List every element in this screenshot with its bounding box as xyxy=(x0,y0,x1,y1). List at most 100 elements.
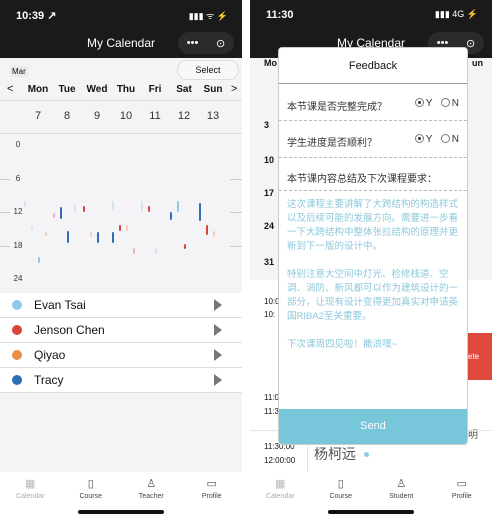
event-mark[interactable] xyxy=(112,231,114,243)
hour-label: 0 xyxy=(15,140,21,149)
event-mark[interactable] xyxy=(170,211,172,221)
tab-calendar[interactable]: ▦ Calendar xyxy=(250,472,311,520)
weekday-tue: Tue xyxy=(58,84,76,95)
course-icon: ▯ xyxy=(87,478,94,490)
tab-profile[interactable]: ▭ Profile xyxy=(432,472,493,520)
radio-yes[interactable] xyxy=(414,98,424,107)
event-mark[interactable] xyxy=(67,231,69,243)
play-arrow-icon[interactable] xyxy=(214,324,222,336)
dialog-title: Feedback xyxy=(348,60,398,72)
target-icon[interactable]: ⊙ xyxy=(466,37,475,50)
send-button[interactable]: Send xyxy=(279,409,467,444)
event-mark[interactable] xyxy=(133,248,135,254)
event-mark[interactable] xyxy=(206,225,208,236)
no-label: N xyxy=(451,98,459,109)
time-label: 12:00:00 xyxy=(264,456,296,465)
student-color-dot xyxy=(12,300,22,310)
date-cell[interactable]: 12 xyxy=(169,110,199,122)
tab-label: Profile xyxy=(201,493,222,500)
event-mark[interactable] xyxy=(177,201,179,213)
student-row[interactable]: Qiyao xyxy=(0,343,242,368)
more-icon[interactable]: ••• xyxy=(187,37,199,49)
student-color-dot xyxy=(12,350,22,360)
student-color-dot xyxy=(12,375,22,385)
tab-calendar[interactable]: ▦ Calendar xyxy=(0,472,61,520)
summary-label: 本节课内容总结及下次课程要求： xyxy=(287,174,437,185)
summary-textarea[interactable]: 这次课程主要讲解了大跨结构的构造样式以及后续可能的发展方向。需要进一步看一下大跨… xyxy=(287,198,459,352)
event-mark[interactable] xyxy=(53,213,55,219)
prev-week-button[interactable]: < xyxy=(7,83,13,95)
student-name: Qiyao xyxy=(34,348,66,362)
next-week-button[interactable]: > xyxy=(231,83,237,95)
student-row[interactable]: Tracy xyxy=(0,368,242,393)
target-icon[interactable]: ⊙ xyxy=(216,37,225,50)
event-mark[interactable] xyxy=(45,231,47,237)
select-button[interactable]: Select xyxy=(177,60,239,80)
date-cell[interactable]: 3 xyxy=(264,120,269,130)
name-fragment: 明 xyxy=(468,430,478,441)
student-list: Evan Tsai Jenson Chen Qiyao Tracy xyxy=(0,293,242,393)
tab-label: Course xyxy=(79,493,103,500)
student-color-dot xyxy=(12,325,22,335)
feedback-screen: 11:30 ▮▮▮ 4G ⚡ My Calendar ••• ⊙ Mo un 31… xyxy=(250,0,492,520)
play-arrow-icon[interactable] xyxy=(214,349,222,361)
date-cell[interactable]: 10 xyxy=(264,155,274,165)
capsule-menu[interactable]: ••• ⊙ xyxy=(178,32,234,54)
tab-profile[interactable]: ▭ Profile xyxy=(182,472,243,520)
hour-label: 24 xyxy=(13,274,23,284)
question-progress: 学生进度是否顺利？ Y N xyxy=(287,134,459,149)
event-mark[interactable] xyxy=(83,206,85,213)
hour-label: 12 xyxy=(13,207,23,217)
week-schedule-chart[interactable]: 0 6 12 18 24 xyxy=(0,134,242,290)
weekday-sun: Sun xyxy=(203,84,223,95)
date-cell[interactable]: 17 xyxy=(264,188,274,198)
date-cell[interactable]: 24 xyxy=(264,221,274,231)
hour-label: 6 xyxy=(15,173,21,183)
status-bar: 10:39 ↗ ▮▮▮ ᯤ ⚡ xyxy=(0,0,242,28)
event-mark[interactable] xyxy=(184,243,186,250)
event-mark[interactable] xyxy=(31,226,33,231)
play-arrow-icon[interactable] xyxy=(214,374,222,386)
event-mark[interactable] xyxy=(119,225,121,231)
student-row[interactable]: Evan Tsai xyxy=(0,293,242,318)
event-mark[interactable] xyxy=(97,231,99,243)
weekday-sat: Sat xyxy=(176,84,192,95)
event-mark[interactable] xyxy=(112,201,114,211)
event-mark[interactable] xyxy=(199,202,201,222)
profile-icon: ▭ xyxy=(456,478,467,490)
date-cell[interactable]: 13 xyxy=(198,110,228,122)
event-mark[interactable] xyxy=(38,257,40,263)
date-cell[interactable]: 8 xyxy=(52,110,82,122)
event-mark[interactable] xyxy=(148,206,150,213)
event-mark[interactable] xyxy=(90,231,92,238)
event-mark[interactable] xyxy=(74,204,76,212)
weekday-thu: Thu xyxy=(116,84,136,95)
calendar-icon: ▦ xyxy=(25,478,36,490)
no-label: N xyxy=(451,134,459,145)
yes-label: Y xyxy=(425,98,433,109)
time-label: 10: xyxy=(264,310,276,319)
calendar-icon: ▦ xyxy=(275,478,286,490)
tab-label: Course xyxy=(329,493,353,500)
event-mark[interactable] xyxy=(213,231,215,238)
play-arrow-icon[interactable] xyxy=(214,299,222,311)
student-name[interactable]: 杨柯远 xyxy=(314,444,356,464)
radio-no[interactable] xyxy=(440,134,450,143)
student-row[interactable]: Jenson Chen xyxy=(0,318,242,343)
event-mark[interactable] xyxy=(24,201,26,207)
event-mark[interactable] xyxy=(155,248,157,254)
student-name: Evan Tsai xyxy=(34,298,86,312)
event-mark[interactable] xyxy=(60,206,62,220)
date-cell[interactable]: 7 xyxy=(23,110,53,122)
radio-no[interactable] xyxy=(440,98,450,107)
date-cell[interactable]: 11 xyxy=(140,110,170,122)
radio-yes[interactable] xyxy=(414,134,424,143)
delete-button[interactable]: ete xyxy=(468,333,492,380)
tab-label: Student xyxy=(389,493,414,500)
date-cell[interactable]: 9 xyxy=(82,110,112,122)
date-cell[interactable]: 31 xyxy=(264,257,274,267)
event-mark[interactable] xyxy=(126,225,128,231)
event-mark[interactable] xyxy=(141,201,143,211)
date-cell[interactable]: 10 xyxy=(111,110,141,122)
question-label: 学生进度是否顺利？ xyxy=(287,138,377,149)
